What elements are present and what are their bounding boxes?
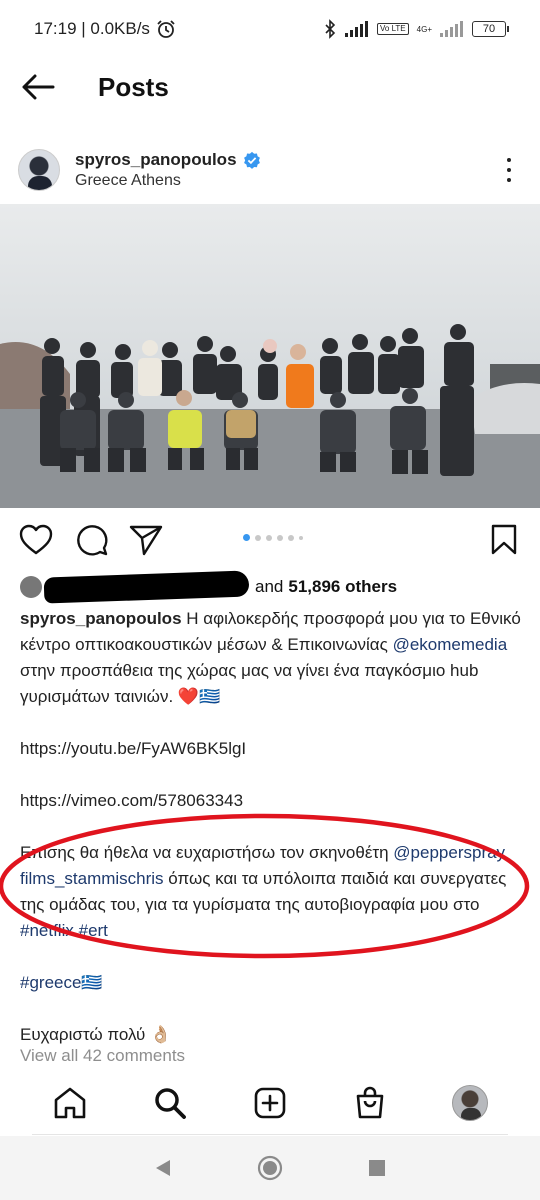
network-type: 4G+ (417, 25, 432, 34)
post-header: spyros_panopoulos Greece Athens (0, 140, 540, 200)
carousel-dot (299, 535, 303, 540)
hashtag-greece[interactable]: #greece🇬🇷 (20, 973, 103, 992)
circle-home-icon (257, 1155, 283, 1181)
nav-profile-button[interactable] (448, 1081, 492, 1125)
battery-level: 70 (482, 23, 496, 35)
app-header: Posts (0, 58, 540, 116)
system-home-button[interactable] (255, 1153, 285, 1183)
nav-search-button[interactable] (148, 1081, 192, 1125)
back-button[interactable] (8, 58, 68, 116)
like-button[interactable] (16, 520, 56, 560)
signal-icon-2 (440, 21, 463, 37)
arrow-left-icon (22, 74, 55, 100)
user-meta: spyros_panopoulos Greece Athens (75, 150, 261, 190)
caption-text-1-tail: στην προσπάθεια της χώρας μας να γίνει έ… (20, 661, 479, 706)
triangle-back-icon (156, 1160, 171, 1176)
shopping-bag-icon (356, 1086, 384, 1119)
status-right: Vo LTE 4G+ 70 (323, 19, 509, 39)
comment-button[interactable] (72, 520, 112, 560)
carousel-dot (266, 534, 272, 541)
caption-paragraph-1: spyros_panopoulos Η αφιλοκερδής προσφορά… (20, 606, 525, 710)
nav-divider (32, 1134, 508, 1135)
profile-avatar (452, 1085, 488, 1121)
page-title: Posts (98, 71, 169, 102)
likes-and: and (255, 577, 284, 596)
carousel-dot (243, 534, 250, 541)
network-label: 4G+ (416, 24, 432, 34)
system-recents-button[interactable] (362, 1153, 392, 1183)
caption-text-2-head: Επίσης θα ήθελα να ευχαριστήσω τον σκηνο… (20, 843, 394, 862)
share-button[interactable] (126, 520, 166, 560)
likes-summary: and 51,896 others (255, 577, 397, 597)
hashtag-ert[interactable]: #ert (79, 921, 108, 940)
carousel-dot (255, 534, 261, 541)
bottom-navigation (0, 1074, 540, 1132)
send-icon (129, 525, 163, 556)
post-location[interactable]: Greece Athens (75, 172, 261, 190)
search-icon (155, 1088, 186, 1119)
carousel-dot (288, 534, 294, 541)
mention-ekomemedia[interactable]: @ekomemedia (393, 635, 508, 654)
youtube-link[interactable]: https://youtu.be/FyAW6BK5lgI (20, 739, 246, 758)
alarm-icon (157, 20, 175, 38)
nav-create-button[interactable] (248, 1081, 292, 1125)
hashtag-netflix[interactable]: #netflix (20, 921, 74, 940)
heart-icon (19, 524, 53, 555)
view-all-comments-link[interactable]: View all 42 comments (20, 1046, 185, 1066)
post-username[interactable]: spyros_panopoulos (75, 150, 237, 170)
square-recents-icon (368, 1160, 385, 1176)
vimeo-link[interactable]: https://vimeo.com/578063343 (20, 791, 243, 810)
system-back-button[interactable] (148, 1153, 178, 1183)
caption-username[interactable]: spyros_panopoulos (20, 609, 182, 628)
status-time: 17:19 | 0.0KB/s (34, 19, 150, 38)
post-caption: spyros_panopoulos Η αφιλοκερδής προσφορά… (20, 606, 525, 1048)
user-avatar[interactable] (18, 149, 60, 191)
battery-indicator: 70 (472, 21, 509, 37)
comment-bubble-icon (77, 525, 108, 556)
carousel-indicator (243, 534, 303, 541)
signal-icon (345, 21, 368, 37)
liker-avatar (20, 576, 42, 598)
likes-count[interactable]: 51,896 others (288, 577, 397, 597)
more-dot-icon (507, 168, 511, 172)
post-photo[interactable] (0, 204, 540, 508)
status-bar: 17:19 | 0.0KB/s Vo LTE 4G+ 70 (0, 0, 540, 58)
caption-paragraph-2: Επίσης θα ήθελα να ευχαριστήσω τον σκηνο… (20, 840, 525, 944)
home-icon (54, 1087, 86, 1119)
status-left: 17:19 | 0.0KB/s (34, 19, 176, 39)
username-row: spyros_panopoulos (75, 150, 261, 170)
save-button[interactable] (484, 520, 524, 560)
verified-badge-icon (243, 151, 260, 169)
volte-badge: Vo LTE (377, 23, 409, 35)
nav-shop-button[interactable] (348, 1081, 392, 1125)
system-navigation-bar (0, 1136, 540, 1200)
bookmark-icon (491, 524, 517, 555)
more-options-button[interactable] (502, 155, 516, 185)
add-post-icon (254, 1087, 286, 1119)
bluetooth-icon (325, 19, 336, 39)
likes-row[interactable]: and 51,896 others (20, 570, 520, 604)
group-photo-illustration (0, 204, 540, 508)
more-dot-icon (507, 158, 511, 162)
more-dot-icon (507, 178, 511, 182)
nav-home-button[interactable] (48, 1081, 92, 1125)
caption-thanks: Ευχαριστώ πολύ 👌🏼 (20, 1025, 172, 1044)
redacted-liker-name (43, 570, 250, 604)
carousel-dot (277, 534, 283, 541)
